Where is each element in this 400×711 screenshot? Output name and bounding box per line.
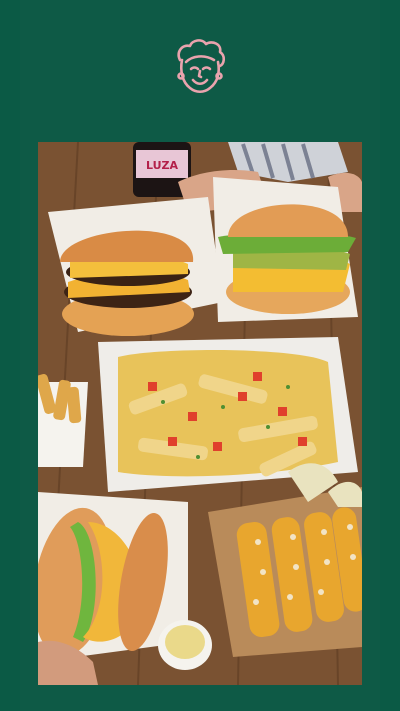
smiling-face-logo-icon: [177, 39, 226, 94]
food-photo-illustration: LUZA: [38, 142, 362, 685]
fries-cup: [38, 374, 88, 467]
app-screen: LUZA: [0, 0, 400, 711]
food-photo: LUZA: [38, 142, 362, 685]
right-edge-bar: [380, 0, 400, 711]
burger-right: [213, 177, 358, 322]
left-edge-bar: [0, 0, 20, 711]
brand-logo[interactable]: [170, 36, 230, 98]
sauce-cup: [158, 620, 212, 670]
bottle-label: LUZA: [146, 159, 179, 172]
